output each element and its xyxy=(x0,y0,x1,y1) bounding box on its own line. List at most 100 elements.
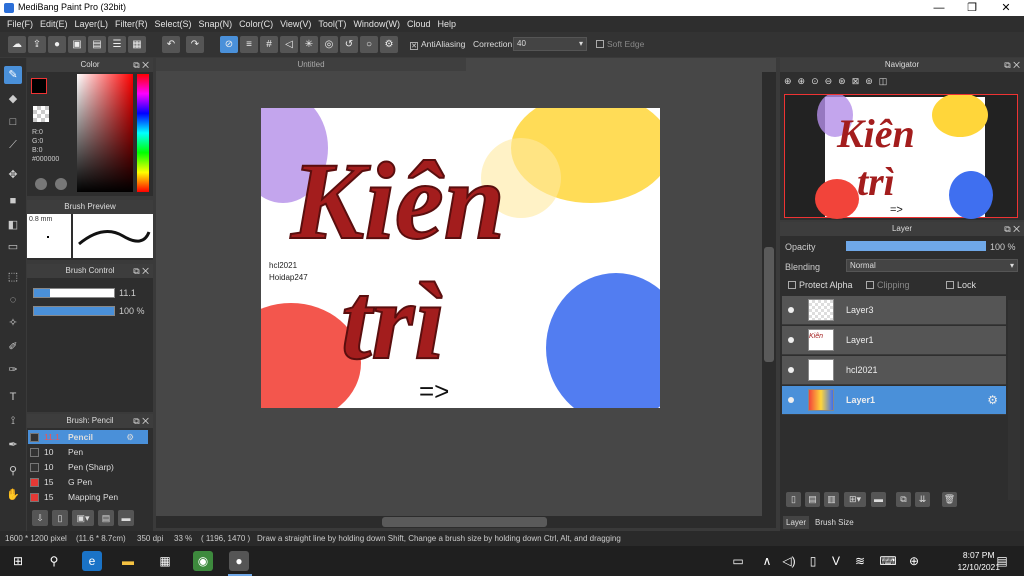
add-brush-icon[interactable]: ▣▾ xyxy=(72,510,94,526)
horizontal-scroll-thumb[interactable] xyxy=(382,517,547,527)
undo-icon[interactable]: ↶ xyxy=(162,36,180,53)
menu-color[interactable]: Color(C) xyxy=(232,16,273,32)
minimize-button[interactable]: — xyxy=(922,0,956,16)
navigator-viewport[interactable]: Kiên trì => xyxy=(784,93,1018,219)
panel-close-icon[interactable]: ⧉ ✕ xyxy=(1004,222,1020,236)
move-tool-icon[interactable]: ✥ xyxy=(4,166,22,184)
brush-opacity-slider[interactable] xyxy=(33,306,115,316)
brush-item-pen-sharp[interactable]: 10 Pen (Sharp) xyxy=(28,460,148,474)
maximize-button[interactable]: ❐ xyxy=(955,0,989,16)
list-icon[interactable]: ☰ xyxy=(108,36,126,53)
hand-tool-icon[interactable]: ✋ xyxy=(4,486,22,504)
keyboard-icon[interactable]: ⌨ xyxy=(878,551,898,571)
panel-close-icon[interactable]: ⧉ ✕ xyxy=(1004,58,1020,72)
antialiasing-checkbox[interactable]: ✕ AntiAliasing xyxy=(410,39,465,50)
gear-icon[interactable]: ⚙ xyxy=(987,393,998,407)
magic-wand-icon[interactable]: ✧ xyxy=(4,314,22,332)
tab-brush-size[interactable]: Brush Size xyxy=(812,516,857,529)
menu-help[interactable]: Help xyxy=(430,16,456,32)
menu-tool[interactable]: Tool(T) xyxy=(311,16,346,32)
share-icon[interactable]: ⇪ xyxy=(28,36,46,53)
file-explorer-icon[interactable]: ▬ xyxy=(118,551,138,571)
transparent-color-swatch[interactable] xyxy=(33,106,49,122)
visibility-eye-icon[interactable] xyxy=(788,367,794,373)
select-pen-icon[interactable]: ✐ xyxy=(4,338,22,356)
eraser-tool-icon[interactable]: ◆ xyxy=(4,90,22,108)
snap-crosshatch-icon[interactable]: # xyxy=(260,36,278,53)
tab-layer[interactable]: Layer xyxy=(783,516,810,529)
brush-item-g-pen[interactable]: 15 G Pen xyxy=(28,475,148,489)
cloud-download-icon[interactable]: ⇩ xyxy=(32,510,48,526)
soft-edge-checkbox[interactable]: Soft Edge xyxy=(596,39,644,49)
correction-select[interactable]: 40 ▾ xyxy=(513,37,587,51)
medibang-taskbar-icon[interactable]: ● xyxy=(229,551,249,571)
new-halftone-layer-icon[interactable]: ▤ xyxy=(805,492,820,507)
new-brush-icon[interactable]: ▯ xyxy=(52,510,68,526)
layer-list-scrollbar[interactable] xyxy=(1008,300,1020,500)
panel-close-icon[interactable]: ⧉ ✕ xyxy=(133,414,149,428)
new-1bit-layer-icon[interactable]: ▥ xyxy=(824,492,839,507)
search-icon[interactable]: ⚲ xyxy=(44,551,64,571)
menu-edit[interactable]: Edit(E) xyxy=(33,16,68,32)
vertical-scroll-thumb[interactable] xyxy=(764,247,774,362)
vietnamese-input-icon[interactable]: V xyxy=(828,551,844,571)
visibility-eye-icon[interactable] xyxy=(788,307,794,313)
brush-item-pencil[interactable]: 11.1 Pencil ⚙ xyxy=(28,430,148,444)
menu-filter[interactable]: Filter(R) xyxy=(108,16,148,32)
snap-off-icon[interactable]: ⊘ xyxy=(220,36,238,53)
cloud-icon[interactable]: ☁ xyxy=(8,36,26,53)
operation-tool-icon[interactable]: ⟟ xyxy=(4,412,22,430)
protect-alpha-checkbox[interactable]: Protect Alpha xyxy=(788,280,853,290)
color-history-icon[interactable] xyxy=(55,178,67,190)
snap-curve-icon[interactable]: ↺ xyxy=(340,36,358,53)
snap-circle-icon[interactable]: ◎ xyxy=(320,36,338,53)
select-rect-icon[interactable]: ⬚ xyxy=(4,268,22,286)
touch-keyboard-icon[interactable]: ▭ xyxy=(728,551,748,571)
hue-slider[interactable] xyxy=(137,74,149,192)
text-tool-icon[interactable]: T xyxy=(4,388,22,406)
app-icon-green[interactable]: ◉ xyxy=(193,551,213,571)
menu-file[interactable]: File(F) xyxy=(0,16,33,32)
brush-settings-icon[interactable]: ▤ xyxy=(98,510,114,526)
snap-radial-icon[interactable]: ✳ xyxy=(300,36,318,53)
snap-ellipse-icon[interactable]: ○ xyxy=(360,36,378,53)
brush-size-slider[interactable] xyxy=(33,288,115,298)
snap-parallel-icon[interactable]: ≡ xyxy=(240,36,258,53)
comment-icon[interactable]: ● xyxy=(48,36,66,53)
network-icon[interactable]: ▯ xyxy=(806,551,820,571)
menu-select[interactable]: Select(S) xyxy=(148,16,192,32)
menu-snap[interactable]: Snap(N) xyxy=(192,16,233,32)
trash-icon[interactable]: 🗑 xyxy=(942,492,957,507)
folder-icon[interactable]: ▬ xyxy=(871,492,886,507)
horizontal-scrollbar[interactable] xyxy=(156,516,776,528)
fill-rect-tool-icon[interactable]: ■ xyxy=(4,192,22,210)
layer-row[interactable]: Kiên Layer1 xyxy=(782,326,1006,355)
notifications-icon[interactable]: ▤ xyxy=(994,551,1010,571)
menu-layer[interactable]: Layer(L) xyxy=(68,16,109,32)
close-button[interactable]: ✕ xyxy=(989,0,1023,16)
blending-select[interactable]: Normal ▾ xyxy=(846,259,1018,272)
new-layer-icon[interactable]: ▯ xyxy=(786,492,801,507)
gradient-tool-icon[interactable]: ▭ xyxy=(4,238,22,256)
line-tool-icon[interactable]: ⟋ xyxy=(4,136,22,154)
grid-icon[interactable]: ▦ xyxy=(128,36,146,53)
brush-item-pen[interactable]: 10 Pen xyxy=(28,445,148,459)
eyedropper-icon[interactable]: ⚲ xyxy=(4,462,22,480)
windows-start-icon[interactable]: ⊞ xyxy=(8,551,28,571)
store-icon[interactable]: ▦ xyxy=(155,551,175,571)
duplicate-layer-icon[interactable]: ⧉ xyxy=(896,492,911,507)
navigator-toolbar[interactable]: ⊕⊕⊙⊖⊛⊠⊚◫ xyxy=(784,76,893,87)
folder-icon[interactable]: ▬ xyxy=(118,510,134,526)
edge-browser-icon[interactable]: e xyxy=(82,551,102,571)
shape-tool-icon[interactable]: □ xyxy=(4,113,22,131)
upload-icon[interactable]: ▣ xyxy=(68,36,86,53)
lock-checkbox[interactable]: Lock xyxy=(946,280,976,290)
language-icon[interactable]: ⊕ xyxy=(904,551,924,571)
foreground-color-swatch[interactable] xyxy=(31,78,47,94)
chevron-up-icon[interactable]: ∧ xyxy=(760,551,774,571)
opacity-slider[interactable] xyxy=(846,241,986,251)
merge-layer-icon[interactable]: ⇊ xyxy=(915,492,930,507)
brush-item-mapping-pen[interactable]: 15 Mapping Pen xyxy=(28,490,148,504)
wifi-icon[interactable]: ≋ xyxy=(852,551,868,571)
settings-gear-icon[interactable]: ⚙ xyxy=(380,36,398,53)
